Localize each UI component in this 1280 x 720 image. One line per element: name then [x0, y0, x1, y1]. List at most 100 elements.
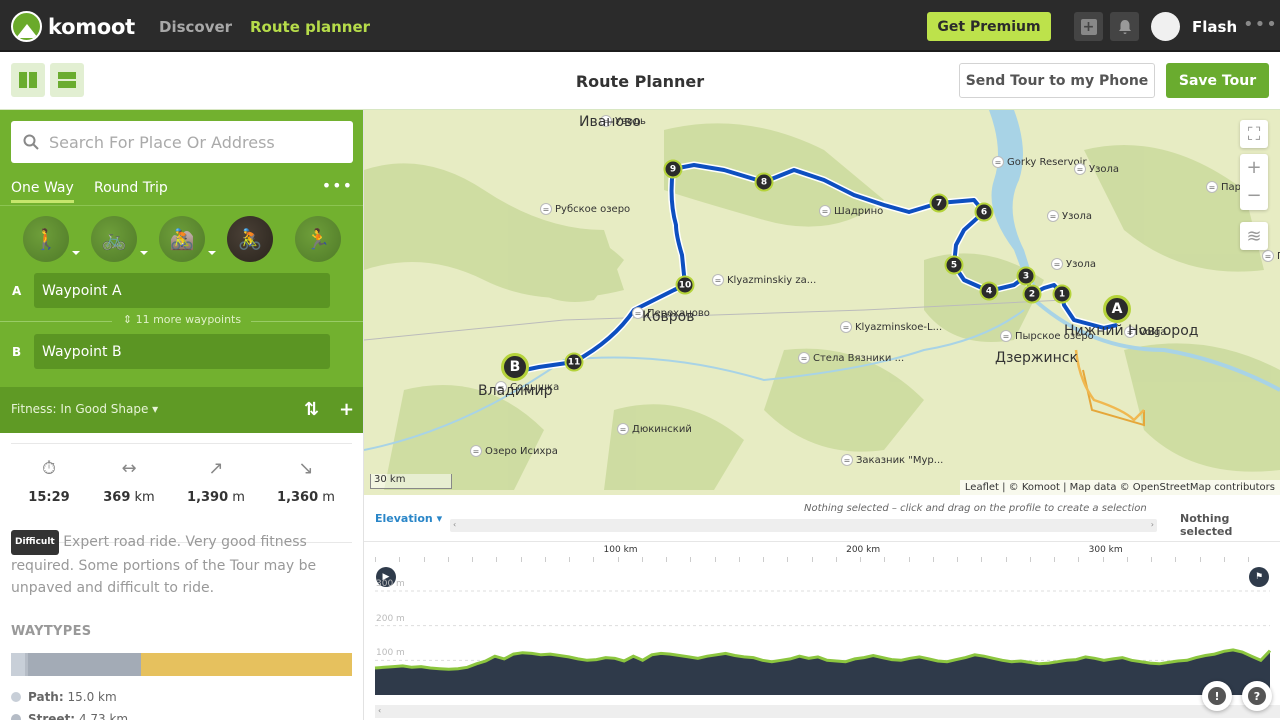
- map-poi-label[interactable]: = Озеро Исихра: [470, 445, 558, 457]
- stopwatch-icon: ⏱: [41, 458, 57, 479]
- sport-hiking-dropdown-icon[interactable]: [72, 251, 80, 255]
- waypoint-marker[interactable]: 10: [675, 275, 695, 295]
- more-menu-icon[interactable]: •••: [1243, 14, 1278, 35]
- scroll-right-icon[interactable]: ›: [1151, 520, 1154, 529]
- waytype-segment-path[interactable]: [11, 653, 25, 676]
- sport-mtb-dropdown-icon[interactable]: [208, 251, 216, 255]
- waypoint-marker[interactable]: 8: [754, 172, 774, 192]
- overview-scrollbar[interactable]: ‹ ›: [450, 519, 1157, 532]
- poi-name: Узола: [1066, 258, 1097, 270]
- waytype-segment-road[interactable]: [28, 653, 141, 676]
- map-attribution[interactable]: Leaflet | © Komoot | Map data © OpenStre…: [959, 480, 1280, 495]
- layers-icon: ≋: [1246, 225, 1262, 247]
- waypoint-marker[interactable]: 1: [1052, 284, 1072, 304]
- map-poi-label[interactable]: =П: [1262, 250, 1280, 262]
- start-marker-a[interactable]: A: [1103, 295, 1131, 323]
- poi-icon: =: [617, 423, 629, 435]
- save-tour-button[interactable]: Save Tour: [1166, 63, 1269, 98]
- bike-icon: 🚲: [101, 227, 127, 251]
- map-poi-label[interactable]: = Узола: [1047, 210, 1092, 222]
- sport-road-bike-button[interactable]: 🚴: [227, 216, 273, 262]
- user-avatar[interactable]: [1151, 12, 1180, 41]
- map-poi-label[interactable]: = Заказник "Мур...: [841, 454, 943, 466]
- duration-value: 15:29: [28, 490, 70, 505]
- waypoint-marker[interactable]: 4: [979, 281, 999, 301]
- get-premium-button[interactable]: Get Premium: [927, 12, 1051, 41]
- fitness-dropdown[interactable]: Fitness: In Good Shape ▾: [11, 402, 158, 416]
- poi-name: Пар: [1221, 181, 1241, 193]
- map-poi-label[interactable]: = Стела Вязники ...: [798, 352, 904, 364]
- elevation-dropdown[interactable]: Elevation ▾: [375, 512, 442, 525]
- waypoint-marker[interactable]: 5: [944, 255, 964, 275]
- map-poi-label[interactable]: = Рубское озеро: [540, 203, 630, 215]
- tab-one-way[interactable]: One Way: [11, 180, 74, 203]
- waypoint-marker[interactable]: 9: [663, 159, 683, 179]
- poi-icon: =: [540, 203, 552, 215]
- scroll-left-icon[interactable]: ‹: [453, 520, 456, 529]
- map-poi-label[interactable]: = Шадрино: [819, 205, 883, 217]
- poi-name: Стела Вязники ...: [813, 352, 905, 364]
- waypoint-marker[interactable]: 6: [974, 202, 994, 222]
- nav-discover[interactable]: Discover: [159, 18, 232, 36]
- waypoint-marker[interactable]: 11: [564, 352, 584, 372]
- poi-icon: =: [1000, 330, 1012, 342]
- map-poi-label[interactable]: = Klyazminskoe-L...: [840, 321, 942, 333]
- waypoint-marker[interactable]: 3: [1016, 266, 1036, 286]
- road-bike-icon: 🚴: [237, 227, 263, 251]
- sport-touring-bike-button[interactable]: 🚲: [91, 216, 137, 262]
- tab-round-trip[interactable]: Round Trip: [94, 180, 168, 196]
- help-icon: ?: [1248, 687, 1266, 705]
- help-button[interactable]: ?: [1242, 681, 1272, 711]
- waytypes-bar[interactable]: [11, 653, 352, 676]
- map-city-label: Нижний Новгород: [1064, 323, 1199, 339]
- downhill-unit: m: [322, 490, 335, 505]
- layers-button[interactable]: ≋: [1240, 222, 1268, 250]
- report-issue-button[interactable]: !: [1202, 681, 1232, 711]
- waypoint-marker[interactable]: 7: [929, 193, 949, 213]
- route-map[interactable]: = Уводь = Рубское озеро = Gorky Reservoir = Узо…: [364, 110, 1280, 495]
- map-city-label: Ковров: [642, 309, 695, 325]
- map-poi-label[interactable]: = Узола: [1051, 258, 1096, 270]
- elevation-profile-chart[interactable]: [364, 555, 1280, 705]
- waypoint-a-input[interactable]: Waypoint A: [34, 273, 330, 308]
- path-value: 15.0 km: [67, 690, 117, 704]
- zoom-in-button[interactable]: +: [1246, 154, 1261, 182]
- waypoint-b-input[interactable]: Waypoint B: [34, 334, 330, 369]
- zoom-out-button[interactable]: −: [1246, 182, 1261, 210]
- scroll-left-icon[interactable]: ‹: [378, 706, 381, 715]
- x-axis-tick-label: 200 km: [846, 545, 881, 555]
- send-to-phone-button[interactable]: Send Tour to my Phone: [959, 63, 1155, 98]
- sport-mountain-bike-button[interactable]: 🚵: [159, 216, 205, 262]
- komoot-logo[interactable]: komoot: [11, 11, 135, 42]
- nav-route-planner[interactable]: Route planner: [250, 18, 370, 36]
- create-button[interactable]: +: [1074, 12, 1103, 41]
- notifications-button[interactable]: [1110, 12, 1139, 41]
- sport-hiking-button[interactable]: 🚶: [23, 216, 69, 262]
- fullscreen-button[interactable]: ⛶: [1240, 120, 1268, 148]
- add-waypoint-icon[interactable]: +: [339, 399, 354, 420]
- map-poi-label[interactable]: = Klyazminskiy za...: [712, 274, 816, 286]
- map-poi-label[interactable]: = Gorky Reservoir: [992, 156, 1087, 168]
- sport-running-button[interactable]: 🏃: [295, 216, 341, 262]
- poi-name: Klyazminskoe-L...: [855, 321, 943, 333]
- logo-text: komoot: [48, 14, 135, 39]
- more-waypoints-toggle[interactable]: ⇕ 11 more waypoints: [0, 313, 363, 329]
- username[interactable]: Flash: [1192, 18, 1237, 36]
- poi-icon: =: [1262, 250, 1274, 262]
- search-input[interactable]: Search For Place Or Address: [11, 121, 353, 163]
- map-poi-label[interactable]: = Дюкинский: [617, 423, 692, 435]
- elevation-panel: Elevation ▾ Nothing selected – click and…: [364, 495, 1280, 720]
- end-marker-b[interactable]: B: [501, 353, 529, 381]
- map-poi-label[interactable]: = Пар: [1206, 181, 1241, 193]
- route-type-tabs: One Way Round Trip •••: [0, 176, 363, 206]
- profile-scrollbar[interactable]: ‹: [375, 705, 1280, 718]
- y-axis-tick-label: 300 m: [376, 579, 405, 589]
- sport-bike-dropdown-icon[interactable]: [140, 251, 148, 255]
- reverse-route-icon[interactable]: ⇅: [304, 399, 319, 420]
- map-poi-label[interactable]: = Узола: [1074, 163, 1119, 175]
- waytype-segment-highway[interactable]: [140, 653, 352, 676]
- waypoint-marker[interactable]: 2: [1022, 284, 1042, 304]
- distance-arrows-icon: ↔: [121, 458, 137, 479]
- fitness-bar: Fitness: In Good Shape ▾ ⇅ +: [0, 387, 363, 433]
- options-more-icon[interactable]: •••: [322, 176, 353, 195]
